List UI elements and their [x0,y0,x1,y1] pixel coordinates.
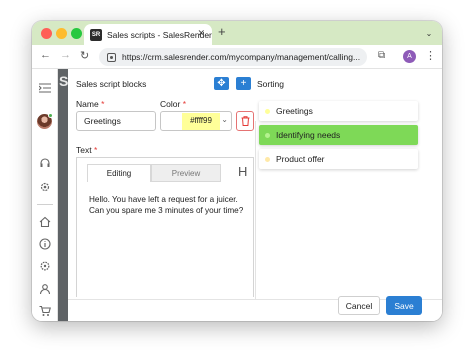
browser-window: SR Sales scripts - SalesRender ✕ + ⌄ ← →… [32,21,442,321]
address-bar[interactable]: https://crm.salesrender.com/mycompany/ma… [99,48,367,66]
site-info-icon[interactable] [107,52,116,62]
info-icon[interactable] [38,237,52,251]
block-color-dot [265,132,270,138]
new-tab-button[interactable]: + [218,24,226,39]
name-label-text: Name [76,99,99,109]
maximize-window-button[interactable] [71,28,82,39]
extensions-icon[interactable]: ⧉ [378,50,385,61]
required-mark: * [182,99,186,109]
online-status-dot [48,113,53,118]
close-tab-icon[interactable]: ✕ [197,28,205,39]
profile-avatar[interactable]: A [403,50,416,63]
delete-block-button[interactable] [236,111,254,131]
color-label: Color * [160,99,186,109]
settings-gear-icon[interactable] [38,180,52,194]
left-nav-rail [32,69,58,321]
tab-preview[interactable]: Preview [151,164,221,182]
browser-tab[interactable]: SR Sales scripts - SalesRender ✕ [84,24,212,45]
sort-item[interactable]: Identifying needs [259,125,418,145]
script-text-area[interactable]: Hello. You have left a request for a jui… [89,194,249,216]
add-block-button[interactable]: + [236,77,251,90]
user-icon[interactable] [38,282,52,296]
color-label-text: Color [160,99,181,109]
move-block-button[interactable]: ✥ [214,77,229,90]
tab-strip: SR Sales scripts - SalesRender ✕ + ⌄ [32,21,442,45]
url-text[interactable]: https://crm.salesrender.com/mycompany/ma… [122,52,360,62]
script-blocks-modal: Sales script blocks ✥ + Sorting Name * C… [68,69,442,321]
tab-editing[interactable]: Editing [87,164,151,182]
modal-footer: Cancel Save [68,296,442,321]
salesrender-favicon-icon: SR [90,28,102,41]
chevron-down-icon[interactable]: ⌄ [221,115,228,124]
cancel-button[interactable]: Cancel [338,296,380,315]
sort-item-label: Product offer [276,154,325,164]
name-input[interactable]: Greetings [76,111,156,131]
color-picker[interactable]: #ffff99 ⌄ [160,111,232,131]
cog-icon[interactable] [38,259,52,273]
cart-icon[interactable] [38,304,52,318]
text-editor: Editing Preview H Hello. You have left a… [76,157,254,297]
column-divider [255,121,256,299]
browser-toolbar: ← → ↻ https://crm.salesrender.com/mycomp… [32,45,442,69]
forward-arrow-icon[interactable]: → [60,49,71,61]
required-mark: * [93,145,98,155]
heading-button[interactable]: H [238,164,247,179]
headset-icon[interactable] [38,156,52,170]
block-color-dot [265,156,270,162]
text-label: Text * [76,145,97,155]
reload-icon[interactable]: ↻ [80,49,89,62]
browser-menu-icon[interactable]: ⋮ [425,49,436,62]
home-icon[interactable] [38,215,52,229]
required-mark: * [101,99,105,109]
tab-title: Sales scripts - SalesRender [107,29,212,40]
rail-divider [37,204,53,205]
sort-item-label: Identifying needs [276,130,341,140]
background-page: S [58,69,68,321]
sorting-title: Sorting [257,79,284,89]
save-button[interactable]: Save [386,296,422,315]
minimize-window-button[interactable] [56,28,67,39]
background-page-title: S [59,73,69,89]
color-value[interactable]: #ffff99 [182,116,220,125]
sort-item[interactable]: Greetings [259,101,418,121]
collapse-menu-icon[interactable] [38,81,52,95]
block-color-dot [265,108,270,114]
tab-search-chevron-icon[interactable]: ⌄ [422,26,436,40]
app-area: S Sales script blocks ✥ + Sorting Name *… [32,69,442,321]
sort-item[interactable]: Product offer [259,149,418,169]
close-window-button[interactable] [41,28,52,39]
sort-item-label: Greetings [276,106,313,116]
text-label-text: Text [76,145,92,155]
trash-icon [241,116,249,126]
name-label: Name * [76,99,104,109]
back-arrow-icon[interactable]: ← [40,49,51,61]
section-title: Sales script blocks [76,79,147,89]
